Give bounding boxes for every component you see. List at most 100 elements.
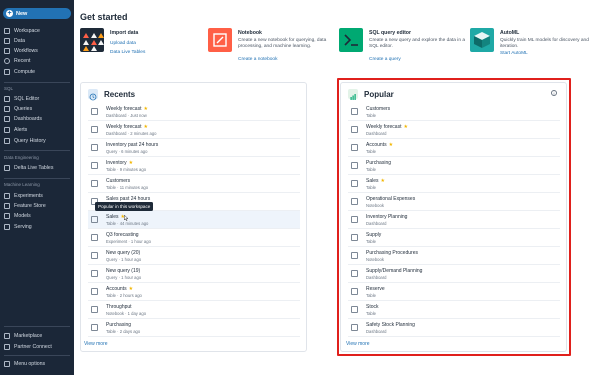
sidebar-item-alerts[interactable]: Alerts — [4, 125, 72, 135]
sidebar-item-models[interactable]: Models — [4, 211, 72, 221]
sidebar-item-workflows[interactable]: Workflows — [4, 46, 72, 56]
item-type-icon — [91, 180, 98, 187]
card-title: Import data — [110, 30, 139, 36]
create-query-link[interactable]: Create a query — [369, 57, 401, 62]
clock-icon — [4, 58, 10, 64]
item-name-line: New query (19) — [106, 268, 141, 274]
star-icon[interactable]: ★ — [143, 124, 147, 130]
item-subtitle: Experiment · 1 hour ago — [106, 238, 151, 244]
item-text: Customers Table · 11 minutes ago — [106, 178, 148, 190]
list-item[interactable]: Throughput Notebook · 1 day ago — [88, 301, 300, 319]
list-item[interactable]: Inventory past 24 hours Query · 6 minutes… — [88, 139, 300, 157]
sidebar-item-sql-editor[interactable]: SQL Editor — [4, 94, 72, 104]
sidebar-item-serving[interactable]: Serving — [4, 222, 72, 232]
sidebar-item-data[interactable]: Data — [4, 36, 72, 46]
sidebar-section-data-engineering: Data Engineering — [4, 155, 39, 160]
list-item[interactable]: Weekly forecast ★ Dashboard · Just now — [88, 103, 300, 121]
sidebar-item-compute[interactable]: Compute — [4, 67, 72, 77]
notebook-icon — [208, 28, 232, 52]
item-type-icon — [91, 306, 98, 313]
item-type-icon — [91, 288, 98, 295]
list-item[interactable]: Accounts ★ Table · 2 hours ago — [88, 283, 300, 301]
sidebar-divider — [4, 326, 70, 327]
sidebar-item-marketplace[interactable]: Marketplace — [4, 331, 72, 341]
feature-store-icon — [4, 203, 10, 209]
item-subtitle: Query · 1 hour ago — [106, 256, 142, 262]
plus-icon: + — [6, 10, 13, 17]
card-description: Create a new query and explore the data … — [369, 38, 466, 50]
sidebar-item-delta-live-tables[interactable]: Delta Live Tables — [4, 163, 72, 173]
item-name: Weekly forecast — [106, 123, 142, 130]
sidebar-section-machine-learning: Machine Learning — [4, 182, 40, 187]
list-item[interactable]: Sales ★ Table · 44 minutes ago — [88, 211, 300, 229]
compute-icon — [4, 69, 10, 75]
card-sql-query-editor: SQL query editor Create a new query and … — [339, 28, 466, 68]
star-icon[interactable]: ★ — [129, 286, 133, 292]
item-text: Inventory past 24 hours Query · 6 minutes… — [106, 142, 158, 154]
item-name-line: New query (20) — [106, 250, 141, 256]
item-name: Sales — [106, 213, 119, 220]
item-name: Q3 forecasting — [106, 231, 139, 238]
item-name: Customers — [106, 177, 131, 184]
tooltip: Popular in this workspace — [95, 202, 154, 211]
sidebar: + New Workspace Data Workflows Recent Co… — [0, 0, 74, 375]
list-item[interactable]: New query (20) Query · 1 hour ago — [88, 247, 300, 265]
workflows-icon — [4, 48, 10, 54]
list-item[interactable]: Weekly forecast ★ Dashboard · 2 minutes ag… — [88, 121, 300, 139]
item-name-line: Throughput — [106, 304, 146, 310]
item-name-line: Weekly forecast ★ — [106, 106, 148, 112]
data-live-tables-link[interactable]: Data Live Tables — [110, 50, 145, 55]
start-automl-link[interactable]: Start AutoML — [500, 51, 528, 56]
automl-icon — [470, 28, 494, 52]
item-name-line: Q3 forecasting — [106, 232, 151, 238]
item-name-line: Purchasing — [106, 322, 140, 328]
item-subtitle: Notebook · 1 day ago — [106, 310, 147, 316]
sidebar-item-experiments[interactable]: Experiments — [4, 191, 72, 201]
sidebar-item-feature-store[interactable]: Feature Store — [4, 201, 72, 211]
serving-icon — [4, 224, 10, 230]
item-subtitle: Dashboard · 2 minutes ago — [106, 130, 157, 136]
highlight-box — [337, 78, 571, 356]
create-notebook-link[interactable]: Create a notebook — [238, 57, 277, 62]
sidebar-item-query-history[interactable]: Query History — [4, 136, 72, 146]
sidebar-item-workspace[interactable]: Workspace — [4, 26, 72, 36]
item-name: Throughput — [106, 303, 132, 310]
recents-title: Recents — [104, 89, 136, 99]
page-title: Get started — [80, 12, 128, 22]
item-text: Inventory ★ Table · 9 minutes ago — [106, 160, 146, 172]
new-button[interactable]: + New — [3, 8, 71, 19]
list-item[interactable]: Customers Table · 11 minutes ago — [88, 175, 300, 193]
recents-header: Recents — [88, 87, 135, 101]
item-subtitle: Table · 11 minutes ago — [106, 184, 149, 190]
item-name: New query (20) — [106, 249, 141, 256]
menu-options-button[interactable]: Menu options — [4, 359, 72, 369]
experiments-icon — [4, 193, 10, 199]
item-type-icon — [91, 252, 98, 259]
upload-data-link[interactable]: Upload data — [110, 41, 136, 46]
item-subtitle: Table · 9 minutes ago — [106, 166, 147, 172]
item-name-line: Accounts ★ — [106, 286, 142, 292]
item-name-line: Sales past 24 hours — [106, 196, 150, 202]
item-type-icon — [91, 108, 98, 115]
recents-panel: Recents Weekly forecast ★ Dashboard · Just… — [80, 82, 307, 352]
list-item[interactable]: New query (19) Query · 1 hour ago — [88, 265, 300, 283]
sidebar-item-recent[interactable]: Recent — [4, 56, 72, 66]
sidebar-item-partner-connect[interactable]: Partner Connect — [4, 342, 72, 352]
list-item[interactable]: Inventory ★ Table · 9 minutes ago — [88, 157, 300, 175]
item-subtitle: Query · 1 hour ago — [106, 274, 142, 280]
recents-view-more-link[interactable]: View more — [84, 341, 108, 347]
item-name: Inventory past 24 hours — [106, 141, 159, 148]
sidebar-divider — [4, 150, 70, 151]
item-type-icon — [91, 234, 98, 241]
star-icon[interactable]: ★ — [143, 106, 147, 112]
item-subtitle: Query · 6 minutes ago — [106, 148, 148, 154]
item-type-icon — [91, 324, 98, 331]
list-item[interactable]: Purchasing Table · 2 days ago — [88, 319, 300, 337]
item-subtitle: Table · 2 hours ago — [106, 292, 142, 298]
data-icon — [4, 38, 10, 44]
list-item[interactable]: Q3 forecasting Experiment · 1 hour ago — [88, 229, 300, 247]
star-icon[interactable]: ★ — [129, 160, 133, 166]
sidebar-item-queries[interactable]: Queries — [4, 104, 72, 114]
item-name-line: Inventory past 24 hours — [106, 142, 158, 148]
sidebar-item-dashboards[interactable]: Dashboards — [4, 114, 72, 124]
